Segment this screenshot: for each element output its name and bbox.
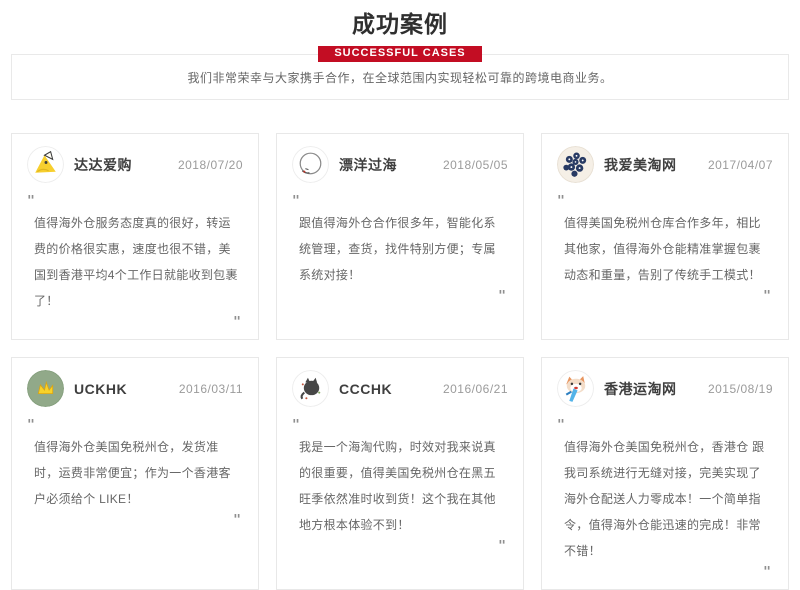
testimonial-card: CCCHK 2016/06/21 我是一个海淘代购，时效对我来说真的很重要，值得… [276,357,524,590]
card-date: 2017/04/07 [708,158,773,172]
green-crown-avatar [27,370,64,407]
card-name: CCCHK [339,381,392,397]
testimonial-card: 漂洋过海 2018/05/05 跟值得海外仓合作很多年，智能化系统管理，查货，找… [276,133,524,340]
banner-ribbon: SUCCESSFUL CASES [318,46,481,62]
testimonial-card: 我爱美淘网 2017/04/07 值得美国免税州仓库合作多年，相比其他家，值得海… [541,133,789,340]
card-name: 我爱美淘网 [604,155,677,175]
card-quote-text: 值得海外仓美国免税州仓，香港仓 跟我司系统进行无缝对接，完美实现了 海外仓配送人… [564,434,773,564]
card-name: UCKHK [74,381,127,397]
success-cases-section: 成功案例 SUCCESSFUL CASES 我们非常荣幸与大家携手合作，在全球范… [0,12,800,454]
black-cat-avatar [292,370,329,407]
card-header: 我爱美淘网 2017/04/07 [557,146,773,183]
testimonial-card: 香港运淘网 2015/08/19 值得海外仓美国免税州仓，香港仓 跟我司系统进行… [541,357,789,590]
close-quote-icon [292,540,506,553]
close-quote-icon [27,316,241,329]
testimonial-card: UCKHK 2016/03/11 值得海外仓美国免税州仓，发货准时，运费非常便宜… [11,357,259,590]
yellow-mascot-avatar [27,146,64,183]
card-name: 达达爱购 [74,155,132,175]
card-date: 2018/07/20 [178,158,243,172]
open-quote-icon [557,195,773,208]
line-circle-avatar [292,146,329,183]
open-quote-icon [292,195,508,208]
husky-mascot-avatar [557,370,594,407]
card-header: 香港运淘网 2015/08/19 [557,370,773,407]
card-name: 香港运淘网 [604,379,677,399]
blue-flowers-avatar [557,146,594,183]
close-quote-icon [27,514,241,527]
close-quote-icon [557,290,771,303]
card-header: 达达爱购 2018/07/20 [27,146,243,183]
intro-text: 我们非常荣幸与大家携手合作，在全球范围内实现轻松可靠的跨境电商业务。 [22,69,778,86]
card-date: 2015/08/19 [708,382,773,396]
card-date: 2016/03/11 [179,382,243,396]
card-quote-text: 值得海外仓服务态度真的很好，转运费的价格很实惠，速度也很不错，美国到香港平均4个… [34,210,243,314]
card-date: 2016/06/21 [443,382,508,396]
open-quote-icon [27,195,243,208]
card-header: UCKHK 2016/03/11 [27,370,243,407]
card-header: CCCHK 2016/06/21 [292,370,508,407]
open-quote-icon [292,419,508,432]
testimonial-card: 达达爱购 2018/07/20 值得海外仓服务态度真的很好，转运费的价格很实惠，… [11,133,259,340]
card-quote-text: 跟值得海外仓合作很多年，智能化系统管理，查货，找件特别方便；专属系统对接！ [299,210,508,288]
close-quote-icon [557,566,771,579]
testimonial-grid: 达达爱购 2018/07/20 值得海外仓服务态度真的很好，转运费的价格很实惠，… [11,133,789,590]
open-quote-icon [557,419,773,432]
card-header: 漂洋过海 2018/05/05 [292,146,508,183]
open-quote-icon [27,419,243,432]
close-quote-icon [292,290,506,303]
page-title: 成功案例 [0,12,800,37]
card-quote-text: 值得海外仓美国免税州仓，发货准时，运费非常便宜；作为一个香港客户必须给个 LIK… [34,434,243,512]
card-quote-text: 我是一个海淘代购，时效对我来说真的很重要，值得美国免税州仓在黑五旺季依然准时收到… [299,434,508,538]
card-name: 漂洋过海 [339,155,397,175]
card-date: 2018/05/05 [443,158,508,172]
banner-ribbon-wrap: SUCCESSFUL CASES [0,43,800,62]
card-quote-text: 值得美国免税州仓库合作多年，相比其他家，值得海外仓能精准掌握包裹动态和重量，告别… [564,210,773,288]
